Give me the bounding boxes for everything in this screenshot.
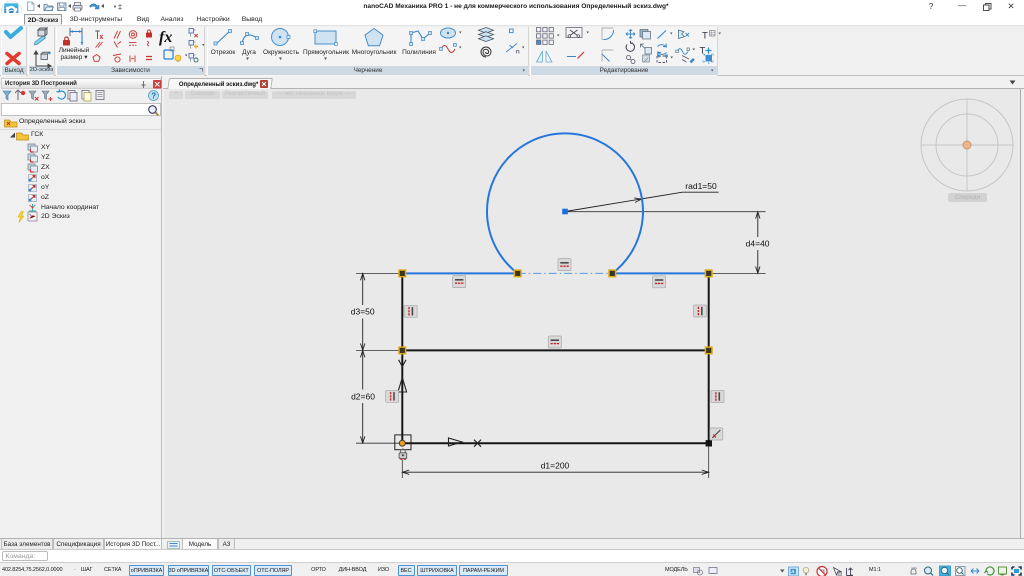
svg-text:d3=50: d3=50 — [351, 307, 375, 317]
svg-text:T: T — [702, 31, 708, 42]
svg-text:d1=200: d1=200 — [541, 461, 570, 471]
svg-text:fx: fx — [159, 29, 172, 46]
svg-text:?: ? — [151, 91, 156, 100]
svg-text:n: n — [516, 49, 520, 56]
svg-text:d4=40: d4=40 — [746, 239, 770, 249]
svg-text:d2=60: d2=60 — [351, 392, 375, 402]
svg-text:rad1=50: rad1=50 — [685, 181, 717, 191]
